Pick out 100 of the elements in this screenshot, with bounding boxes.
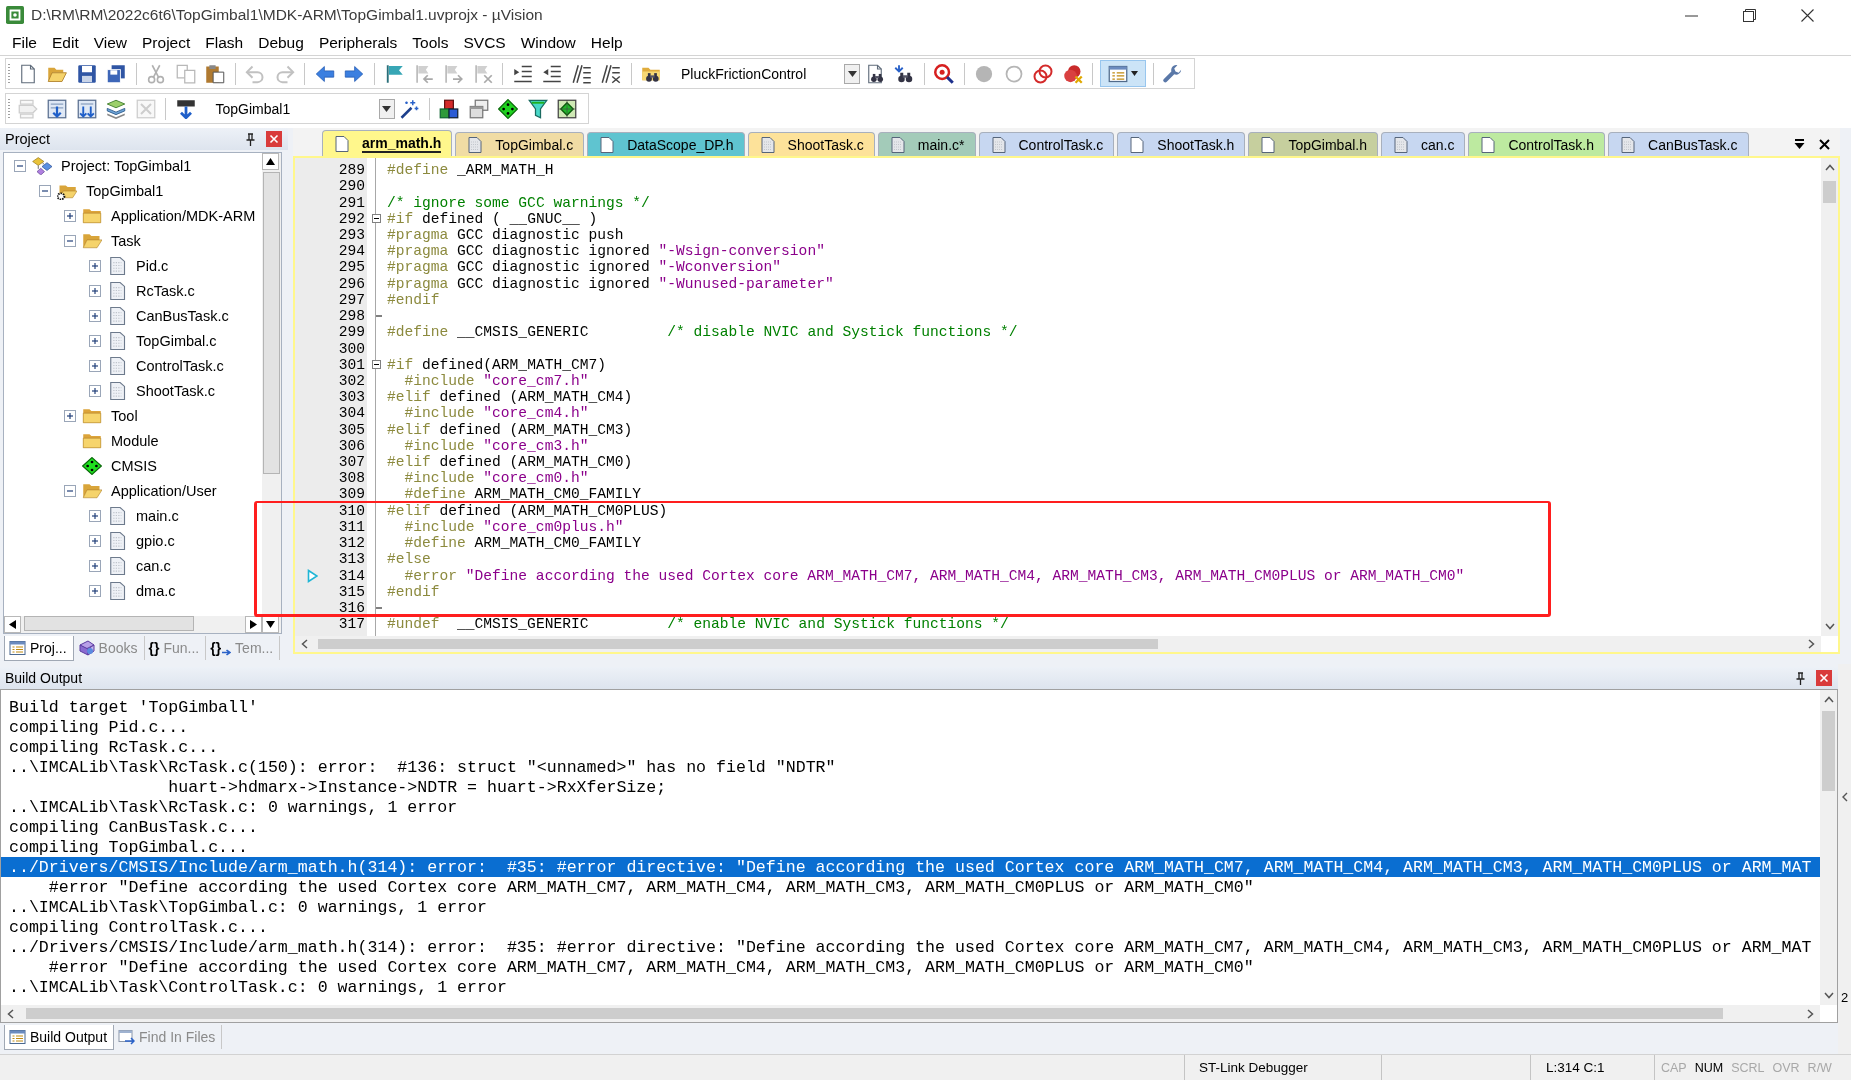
circle-cross-icon[interactable] <box>1062 63 1083 84</box>
panel-tab[interactable]: {} Fun... <box>144 636 207 660</box>
tree-item[interactable]: Tool <box>111 407 138 424</box>
menu-item[interactable]: View <box>86 32 135 53</box>
tree-item[interactable]: ShootTask.c <box>136 382 215 399</box>
dropdown-button[interactable] <box>844 63 860 84</box>
vertical-scrollbar[interactable] <box>1821 158 1838 636</box>
indent-lines-icon[interactable] <box>512 63 533 84</box>
minus-box-icon[interactable] <box>39 184 51 197</box>
magnifier-icon[interactable] <box>934 63 955 84</box>
download-arrow-icon[interactable] <box>175 98 196 119</box>
tree-item[interactable]: Application/User <box>111 482 217 499</box>
horizontal-scrollbar[interactable] <box>4 616 262 633</box>
output-line[interactable]: ..\IMCALib\Task\TopGimbal.c: 0 warnings, 1 error <box>9 898 487 917</box>
layers-icon[interactable] <box>106 98 127 119</box>
tree-item[interactable]: CanBusTask.c <box>136 307 229 324</box>
file-tab[interactable]: ControlTask.c <box>978 132 1115 156</box>
left-chevron-icon[interactable] <box>1841 792 1848 802</box>
file-tab[interactable]: CanBusTask.c <box>1608 132 1749 156</box>
output-line[interactable]: huart->hdmarx->Instance->NDTR = huart->RxXferSize; <box>168 777 667 797</box>
horizontal-scrollbar[interactable] <box>1 1005 1820 1022</box>
right-triangle-icon[interactable] <box>249 620 258 629</box>
window-list-icon[interactable] <box>1108 63 1128 84</box>
plus-box-icon[interactable] <box>89 509 101 522</box>
tree-item[interactable]: Application/MDK-ARM <box>111 207 256 224</box>
menu-item[interactable]: Debug <box>250 32 312 53</box>
file-tab[interactable]: ShootTask.h <box>1117 132 1246 156</box>
file-tab[interactable]: ShootTask.c <box>747 132 875 156</box>
menu-item[interactable]: Edit <box>44 32 87 53</box>
pin-icon[interactable] <box>245 132 256 146</box>
file-tab[interactable]: TopGimbal.c <box>455 132 585 156</box>
plus-box-icon[interactable] <box>89 559 101 572</box>
project-tree[interactable]: Project: TopGimbal1 TopGimbal1 Application/MDK-ARM Task Pid.c RcTask.c CanBusTask.c TopGimbal.c ControlTask.c ShootTask.c Tool Module CMSIS Application/User main.c gpio.c can.c dma.c <box>3 152 282 634</box>
tree-item[interactable]: Module <box>111 432 159 449</box>
left-chevron-icon[interactable] <box>301 639 308 649</box>
stacked-windows-icon[interactable] <box>468 98 489 119</box>
tree-item[interactable]: gpio.c <box>136 532 175 549</box>
pin-icon[interactable] <box>1795 671 1806 685</box>
scrollbar-thumb[interactable] <box>1823 181 1836 203</box>
minus-box-icon[interactable] <box>64 484 76 497</box>
tree-item[interactable]: Task <box>111 232 141 249</box>
clipboard-icon[interactable] <box>205 63 226 84</box>
output-line[interactable]: Build target 'TopGimball' <box>9 697 258 717</box>
down-triangle-icon[interactable] <box>1794 139 1805 150</box>
plus-box-icon[interactable] <box>64 209 76 222</box>
output-line[interactable]: ..\IMCALib\Task\RcTask.c: 0 warnings, 1 error <box>9 797 458 817</box>
left-arrow-icon[interactable] <box>314 63 335 84</box>
up-chevron-icon[interactable] <box>1823 696 1834 703</box>
plus-box-icon[interactable] <box>89 359 101 372</box>
panel-down-arrows-icon[interactable] <box>76 98 97 119</box>
tree-item[interactable]: Project: TopGimbal1 <box>61 157 192 174</box>
file-tab[interactable]: arm_math.h <box>322 130 453 156</box>
output-line[interactable]: compiling Pid.c... <box>9 717 189 737</box>
file-tab[interactable]: ControlTask.h <box>1468 132 1606 156</box>
menu-item[interactable]: Project <box>134 32 198 53</box>
file-tab[interactable]: DataScope_DP.h <box>587 132 745 156</box>
close-icon[interactable] <box>1819 139 1830 150</box>
plus-box-icon[interactable] <box>89 334 101 347</box>
plus-box-icon[interactable] <box>64 409 76 422</box>
scrollbar-thumb[interactable] <box>263 172 280 474</box>
scrollbar-thumb[interactable] <box>1822 711 1835 791</box>
tree-item[interactable]: CMSIS <box>111 457 157 474</box>
binoculars-arrow-icon[interactable] <box>894 63 915 84</box>
plus-box-icon[interactable] <box>89 309 101 322</box>
tree-item[interactable]: dma.c <box>136 582 176 599</box>
file-tab[interactable]: can.c <box>1380 132 1466 156</box>
close-icon[interactable] <box>1800 8 1814 22</box>
output-line[interactable]: ../Drivers/CMSIS/Include/arm_math.h(314): error: #35: #error directive: "Define according the used Cortex core ARM_MATH_CM7, ARM_MATH_CM4, ARM_MATH_CM3, ARM_MATH_CM0PLUS or ARM_MAT <box>9 938 1812 958</box>
panel-tab[interactable]: Build Output <box>4 1025 115 1050</box>
tree-item[interactable]: TopGimbal.c <box>136 332 217 349</box>
right-chevron-icon[interactable] <box>1808 639 1815 649</box>
output-line[interactable]: ../Drivers/CMSIS/Include/arm_math.h(314): error: #35: #error directive: "Define according the used Cortex core ARM_MATH_CM7, ARM_MATH_CM4, ARM_MATH_CM3, ARM_MATH_CM0PLUS or ARM_MAT <box>9 857 1812 877</box>
minus-box-icon[interactable] <box>64 234 76 247</box>
double-ring-icon[interactable] <box>1033 63 1054 84</box>
tree-item[interactable]: RcTask.c <box>136 282 195 299</box>
fold-minus-icon[interactable] <box>371 360 381 370</box>
restore-icon[interactable] <box>1742 8 1756 22</box>
left-triangle-icon[interactable] <box>8 620 17 629</box>
output-line[interactable]: compiling RcTask.c... <box>9 737 219 757</box>
menu-item[interactable]: Help <box>583 32 631 53</box>
menu-item[interactable]: Tools <box>404 32 456 53</box>
floppy-disks-icon[interactable] <box>106 63 127 84</box>
diamond-grid-icon[interactable] <box>557 98 578 119</box>
plus-box-icon[interactable] <box>89 384 101 397</box>
horizontal-scrollbar[interactable] <box>295 636 1821 652</box>
magic-wand-icon[interactable] <box>399 98 420 119</box>
scrollbar-thumb[interactable] <box>318 639 1158 649</box>
plus-box-icon[interactable] <box>89 584 101 597</box>
menu-item[interactable]: File <box>4 32 45 53</box>
tree-item[interactable]: can.c <box>136 557 171 574</box>
wrench-icon[interactable] <box>1163 63 1184 84</box>
file-tab[interactable]: main.c* <box>877 132 976 156</box>
down-chevron-icon[interactable] <box>1824 623 1835 630</box>
dropdown-button[interactable] <box>378 98 395 119</box>
output-line[interactable]: compiling CanBusTask.c... <box>9 817 258 837</box>
funnel-icon[interactable] <box>527 98 548 119</box>
outdent-lines-icon[interactable] <box>542 63 563 84</box>
output-line[interactable]: compiling ControlTask.c... <box>9 918 268 938</box>
left-chevron-icon[interactable] <box>7 1008 14 1019</box>
panel-tab[interactable]: {} Tem... <box>206 636 281 660</box>
